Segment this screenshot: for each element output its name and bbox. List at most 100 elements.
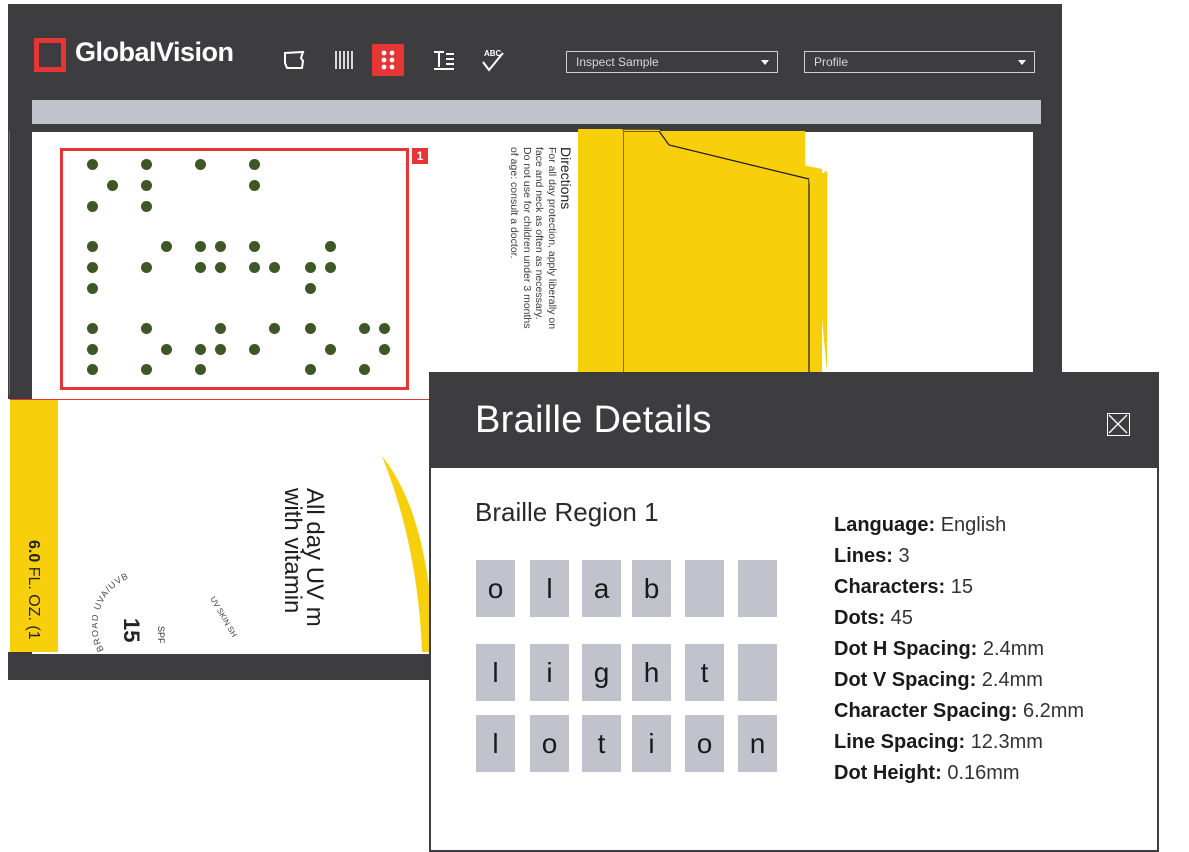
dialog-header: Braille Details xyxy=(431,372,1157,468)
braille-dot xyxy=(140,322,152,334)
braille-cell: i xyxy=(632,715,671,772)
region-badge[interactable]: 1 xyxy=(412,148,428,164)
braille-cell: o xyxy=(685,715,724,772)
braille-cell: g xyxy=(582,644,621,701)
braille-dot xyxy=(160,343,172,355)
braille-dot xyxy=(86,240,98,252)
flap-edge-line xyxy=(623,129,624,399)
artwork-icon[interactable] xyxy=(278,44,310,76)
braille-cell: n xyxy=(738,715,777,772)
text-icon[interactable] xyxy=(428,44,460,76)
braille-cell xyxy=(685,560,724,617)
seal-text-right: UV SKIN SH xyxy=(208,595,239,639)
directions-line: For all day protection, apply liberally … xyxy=(546,147,558,330)
detail-label: Dot Height: xyxy=(834,762,942,784)
braille-cell: a xyxy=(582,560,621,617)
braille-dot xyxy=(160,240,172,252)
detail-value: 2.4mm xyxy=(982,638,1045,660)
braille-dot xyxy=(140,158,152,170)
braille-dot xyxy=(268,322,280,334)
profile-value: Profile xyxy=(814,55,849,69)
detail-row: Language: English xyxy=(834,510,1084,541)
inspect-sample-dropdown[interactable]: Inspect Sample xyxy=(566,51,778,73)
braille-dot xyxy=(214,322,226,334)
detail-label: Characters: xyxy=(834,576,946,598)
dialog-title: Braille Details xyxy=(475,399,712,441)
directions-line: face and neck as often as necessary. xyxy=(533,147,546,320)
braille-dot xyxy=(86,261,98,273)
tagline-line: with vitamin xyxy=(279,488,306,614)
detail-row: Dot Height: 0.16mm xyxy=(834,758,1084,789)
detail-value: 6.2mm xyxy=(1022,700,1085,722)
detail-row: Dot V Spacing: 2.4mm xyxy=(834,665,1084,696)
braille-details-list: Language: English Lines: 3 Characters: 15 D… xyxy=(834,510,1084,789)
detail-label: Dots: xyxy=(834,607,886,629)
directions-line: of age: consult a doctor. xyxy=(508,147,521,259)
braille-dot xyxy=(358,363,370,375)
braille-cell: b xyxy=(632,560,671,617)
braille-details-dialog: Braille Details Braille Region 1 olablig… xyxy=(429,372,1159,852)
braille-cell: l xyxy=(530,560,569,617)
globalvision-logo-icon xyxy=(34,38,66,72)
close-button[interactable] xyxy=(1107,413,1130,436)
braille-dot xyxy=(194,261,206,273)
product-tagline: All day UV m with vitamin xyxy=(270,488,325,652)
braille-cell: o xyxy=(476,560,515,617)
fold-line xyxy=(10,399,430,400)
detail-row: Dots: 45 xyxy=(834,603,1084,634)
braille-dot xyxy=(194,158,206,170)
braille-dot xyxy=(140,261,152,273)
panel-edge-line xyxy=(9,131,10,395)
braille-dot xyxy=(86,200,98,212)
braille-dot xyxy=(106,179,118,191)
braille-dot xyxy=(304,282,316,294)
volume-unit: FL. OZ. (1 xyxy=(25,562,42,640)
braille-cell: t xyxy=(685,644,724,701)
detail-value: 3 xyxy=(898,545,910,567)
braille-dot xyxy=(194,343,206,355)
braille-dot xyxy=(304,322,316,334)
detail-value: 0.16mm xyxy=(947,762,1020,784)
braille-dot xyxy=(248,240,260,252)
detail-label: Line Spacing: xyxy=(834,731,966,753)
braille-dot xyxy=(140,179,152,191)
braille-dot xyxy=(214,343,226,355)
braille-cell: i xyxy=(530,644,569,701)
braille-dot xyxy=(268,261,280,273)
detail-label: Lines: xyxy=(834,545,893,567)
braille-dot xyxy=(378,322,390,334)
braille-cell: o xyxy=(530,715,569,772)
chevron-down-icon xyxy=(761,60,769,65)
brand-name: GlobalVision xyxy=(75,37,234,67)
directions-line: Do not use for children under 3 months xyxy=(521,147,533,329)
braille-dot xyxy=(214,261,226,273)
volume-number: 6.0 xyxy=(25,540,42,563)
braille-dot xyxy=(358,322,370,334)
detail-value: English xyxy=(940,514,1007,536)
profile-dropdown[interactable]: Profile xyxy=(804,51,1035,73)
directions-title: Directions xyxy=(558,147,574,210)
braille-cell: h xyxy=(632,644,671,701)
spf-number: 15 xyxy=(119,618,144,643)
braille-dot xyxy=(304,261,316,273)
spf-label: SPF xyxy=(156,626,166,644)
detail-value: 12.3mm xyxy=(970,731,1043,753)
braille-dot xyxy=(304,363,316,375)
detail-label: Character Spacing: xyxy=(834,700,1018,722)
detail-value: 45 xyxy=(890,607,913,629)
braille-cell: l xyxy=(476,715,515,772)
detail-row: Line Spacing: 12.3mm xyxy=(834,727,1084,758)
braille-dot xyxy=(324,343,336,355)
braille-dot xyxy=(86,343,98,355)
spelling-icon[interactable]: ABC xyxy=(476,44,508,76)
braille-cell: t xyxy=(582,715,621,772)
braille-dot xyxy=(86,363,98,375)
chevron-down-icon xyxy=(1018,60,1026,65)
barcode-icon[interactable] xyxy=(328,44,360,76)
braille-icon[interactable] xyxy=(372,44,404,76)
braille-dot xyxy=(324,261,336,273)
braille-dot xyxy=(248,261,260,273)
braille-cell xyxy=(738,560,777,617)
inspect-sample-value: Inspect Sample xyxy=(576,55,659,69)
sample-bar xyxy=(32,100,1041,124)
